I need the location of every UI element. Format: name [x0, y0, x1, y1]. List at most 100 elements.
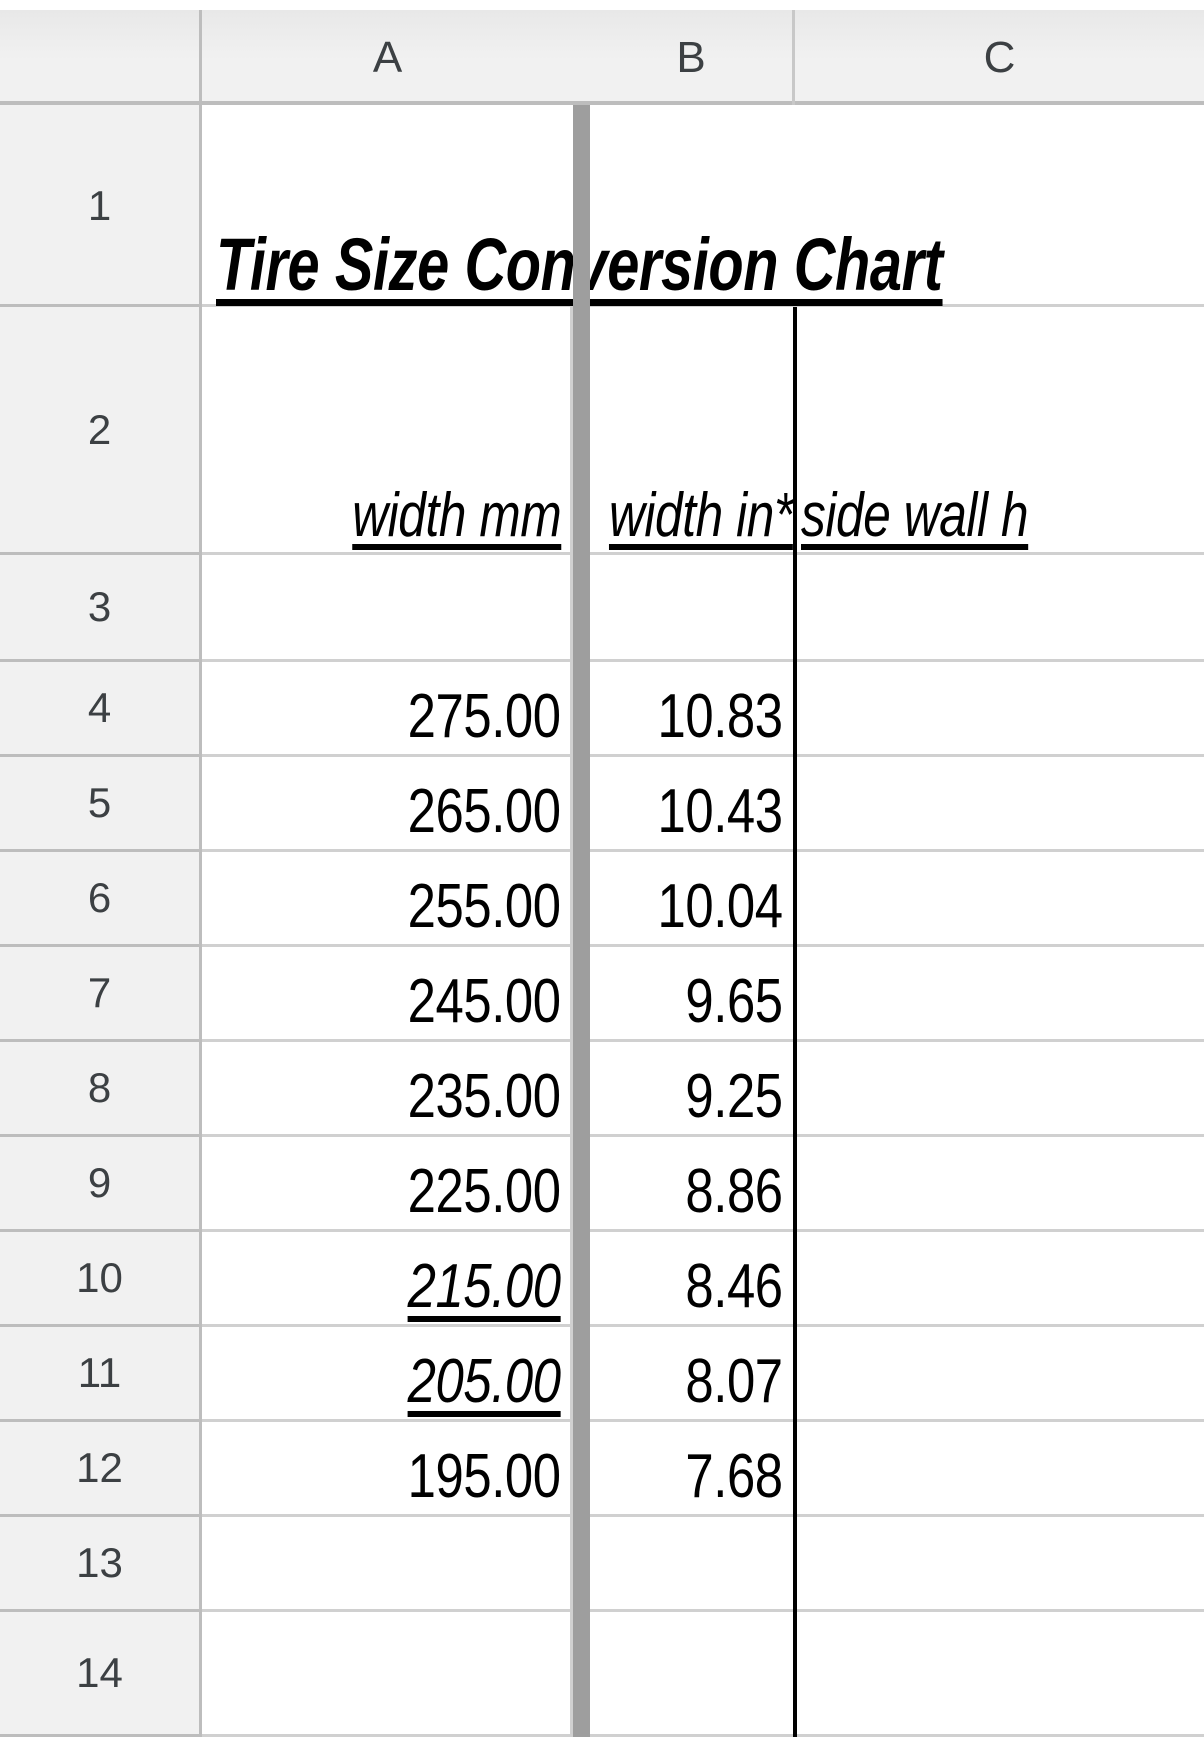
column-header-b-label: B: [676, 32, 706, 82]
table-row-title[interactable]: Tire Size Conversion Chart: [202, 108, 1204, 307]
header-side-wall-h: side wall h: [801, 481, 1029, 551]
column-header-b[interactable]: B: [590, 10, 795, 105]
header-width-in: width in*: [609, 481, 793, 551]
cell-b11[interactable]: 8.07: [590, 1327, 795, 1419]
row-header-label: 7: [87, 969, 112, 1016]
cell-a13[interactable]: [202, 1517, 573, 1609]
table-row[interactable]: 235.00 9.25: [202, 1042, 1204, 1137]
cell-grid[interactable]: Tire Size Conversion Chart width mm width …: [202, 105, 1204, 1737]
table-row[interactable]: 255.00 10.04: [202, 852, 1204, 947]
cell-a7[interactable]: 245.00: [202, 947, 573, 1039]
column-header-a[interactable]: A: [202, 10, 573, 105]
cell-value-width-in: 8.86: [685, 1157, 784, 1226]
row-header-8[interactable]: 8: [0, 1042, 199, 1137]
row-header-column: 1 2 3 4 5 6 7 8 9 10 11 12 13 14: [0, 105, 202, 1737]
cell-c6[interactable]: [795, 852, 1204, 944]
row-header-5[interactable]: 5: [0, 757, 199, 852]
row-header-label: 10: [76, 1254, 123, 1301]
table-row[interactable]: 225.00 8.86: [202, 1137, 1204, 1232]
cell-value-width-in: 9.25: [685, 1062, 784, 1131]
cell-a3[interactable]: [202, 555, 573, 659]
cell-b12[interactable]: 7.68: [590, 1422, 795, 1514]
cell-a4[interactable]: 275.00: [202, 662, 573, 754]
row-header-label: 11: [77, 1349, 122, 1396]
cell-a10[interactable]: 215.00: [202, 1232, 573, 1324]
table-row[interactable]: 195.00 7.68: [202, 1422, 1204, 1517]
cell-b2-header[interactable]: width in*: [590, 307, 795, 552]
row-header-label: 9: [87, 1159, 112, 1206]
cell-c4[interactable]: [795, 662, 1204, 754]
cell-c8[interactable]: [795, 1042, 1204, 1134]
cell-value-width-mm: 265.00: [407, 777, 561, 846]
row-header-10[interactable]: 10: [0, 1232, 199, 1327]
cell-c3[interactable]: [795, 555, 1204, 659]
cell-value-width-mm: 205.00: [407, 1347, 561, 1416]
row-header-label: 6: [87, 874, 112, 921]
cell-a6[interactable]: 255.00: [202, 852, 573, 944]
row-header-1[interactable]: 1: [0, 108, 199, 307]
table-row[interactable]: 205.00 8.07: [202, 1327, 1204, 1422]
table-row[interactable]: [202, 555, 1204, 662]
table-row[interactable]: [202, 1612, 1204, 1737]
cell-c10[interactable]: [795, 1232, 1204, 1324]
cell-c13[interactable]: [795, 1517, 1204, 1609]
cell-c11[interactable]: [795, 1327, 1204, 1419]
cell-a9[interactable]: 225.00: [202, 1137, 573, 1229]
table-row[interactable]: 245.00 9.65: [202, 947, 1204, 1042]
cell-b9[interactable]: 8.86: [590, 1137, 795, 1229]
header-width-mm: width mm: [351, 481, 561, 551]
table-row[interactable]: 265.00 10.43: [202, 757, 1204, 852]
cell-b5[interactable]: 10.43: [590, 757, 795, 849]
row-header-11[interactable]: 11: [0, 1327, 199, 1422]
cell-b7[interactable]: 9.65: [590, 947, 795, 1039]
cell-b6[interactable]: 10.04: [590, 852, 795, 944]
table-row[interactable]: [202, 1517, 1204, 1612]
cell-a1-title[interactable]: Tire Size Conversion Chart: [202, 108, 1204, 304]
cell-c5[interactable]: [795, 757, 1204, 849]
cell-a12[interactable]: 195.00: [202, 1422, 573, 1514]
cell-a14[interactable]: [202, 1612, 573, 1734]
cell-c2-header[interactable]: side wall h: [795, 307, 1204, 552]
cell-b14[interactable]: [590, 1612, 795, 1734]
row-header-label: 12: [76, 1444, 123, 1491]
cell-value-width-in: 10.43: [657, 777, 784, 846]
row-header-label: 4: [87, 684, 112, 731]
row-header-6[interactable]: 6: [0, 852, 199, 947]
cell-value-width-in: 7.68: [685, 1442, 784, 1511]
frozen-pane-divider[interactable]: [573, 105, 590, 1737]
cell-c7[interactable]: [795, 947, 1204, 1039]
row-header-label: 8: [87, 1064, 112, 1111]
cell-a2-header[interactable]: width mm: [202, 307, 573, 552]
table-row-headers[interactable]: width mm width in* side wall h: [202, 307, 1204, 555]
row-header-12[interactable]: 12: [0, 1422, 199, 1517]
column-header-c[interactable]: C: [795, 10, 1204, 105]
cell-b4[interactable]: 10.83: [590, 662, 795, 754]
cell-b13[interactable]: [590, 1517, 795, 1609]
cell-c14[interactable]: [795, 1612, 1204, 1734]
cell-value-width-in: 10.04: [657, 872, 784, 941]
table-row[interactable]: 275.00 10.83: [202, 662, 1204, 757]
row-header-4[interactable]: 4: [0, 662, 199, 757]
row-header-label: 3: [87, 583, 112, 630]
row-header-7[interactable]: 7: [0, 947, 199, 1042]
select-all-corner[interactable]: [0, 10, 202, 105]
row-header-label: 5: [87, 779, 112, 826]
row-header-2[interactable]: 2: [0, 307, 199, 555]
spreadsheet-grid[interactable]: A B C 1 2 3 4 5 6 7 8 9 10 11 12 13 14 Tire Size Conv…: [0, 0, 1204, 1737]
row-header-13[interactable]: 13: [0, 1517, 199, 1612]
cell-b8[interactable]: 9.25: [590, 1042, 795, 1134]
row-header-14[interactable]: 14: [0, 1612, 199, 1737]
cell-b3[interactable]: [590, 555, 795, 659]
cell-b10[interactable]: 8.46: [590, 1232, 795, 1324]
cell-value-width-mm: 215.00: [407, 1252, 561, 1321]
cell-value-width-mm: 235.00: [407, 1062, 561, 1131]
row-header-label: 14: [76, 1649, 123, 1696]
row-header-3[interactable]: 3: [0, 555, 199, 662]
row-header-9[interactable]: 9: [0, 1137, 199, 1232]
cell-c9[interactable]: [795, 1137, 1204, 1229]
cell-a11[interactable]: 205.00: [202, 1327, 573, 1419]
cell-c12[interactable]: [795, 1422, 1204, 1514]
cell-a5[interactable]: 265.00: [202, 757, 573, 849]
table-row[interactable]: 215.00 8.46: [202, 1232, 1204, 1327]
cell-a8[interactable]: 235.00: [202, 1042, 573, 1134]
